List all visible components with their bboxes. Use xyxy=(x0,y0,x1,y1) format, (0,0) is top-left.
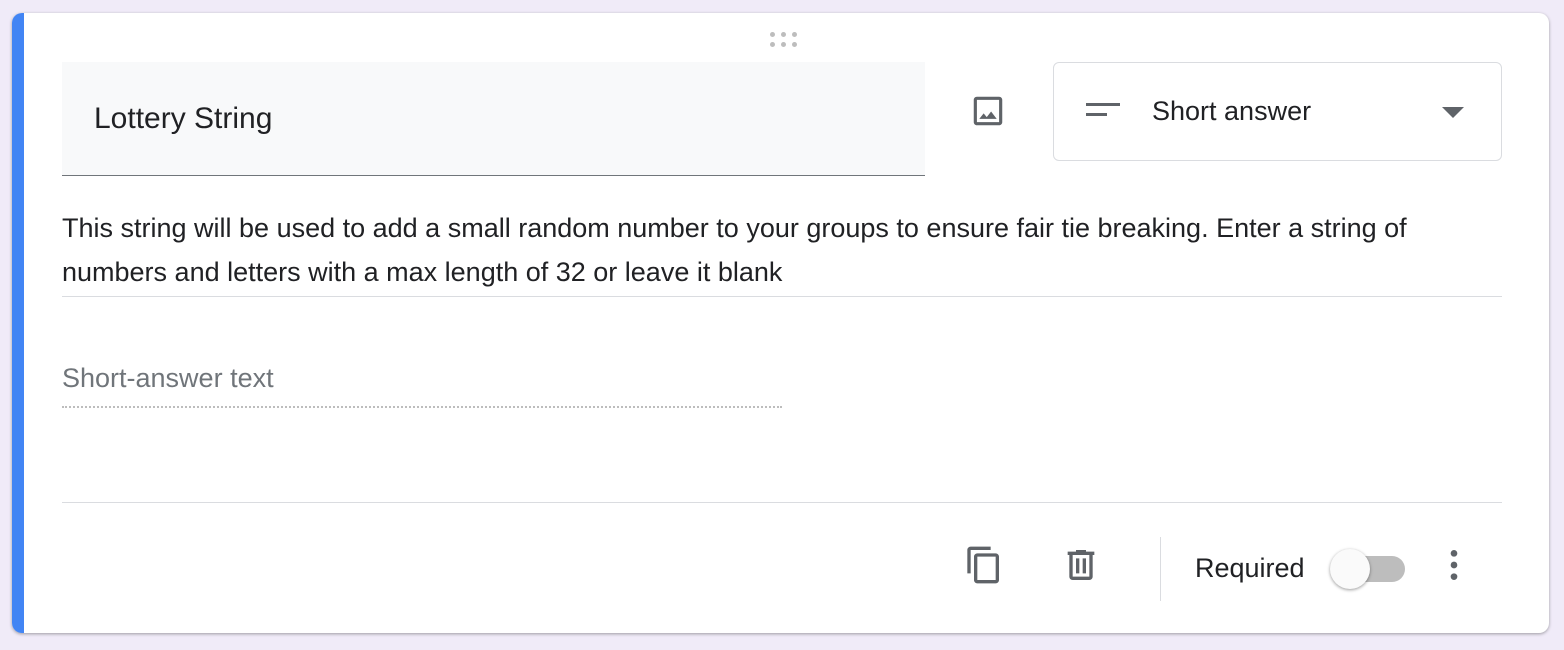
duplicate-button[interactable] xyxy=(954,535,1014,595)
question-card[interactable]: Lottery String Short answer This string … xyxy=(12,13,1549,633)
image-icon xyxy=(973,96,1003,126)
question-description-text: This string will be used to add a small … xyxy=(62,213,1407,287)
question-title-input[interactable]: Lottery String xyxy=(62,62,925,176)
more-vert-icon xyxy=(1450,550,1458,580)
footer-divider xyxy=(62,502,1502,503)
question-title-text: Lottery String xyxy=(94,101,273,135)
question-type-label: Short answer xyxy=(1152,96,1312,126)
required-label: Required xyxy=(1195,553,1305,583)
short-text-icon xyxy=(1086,103,1120,116)
question-type-dropdown[interactable]: Short answer xyxy=(1053,62,1502,161)
add-image-button[interactable] xyxy=(960,83,1016,139)
trash-icon xyxy=(1067,550,1095,580)
short-answer-preview: Short-answer text xyxy=(62,358,782,408)
short-answer-placeholder: Short-answer text xyxy=(62,363,274,393)
question-description-input[interactable]: This string will be used to add a small … xyxy=(62,206,1502,297)
drag-handle-icon[interactable] xyxy=(766,29,800,49)
active-indicator-bar xyxy=(12,13,24,633)
required-toggle[interactable] xyxy=(1330,549,1406,589)
delete-button[interactable] xyxy=(1051,535,1111,595)
more-options-button[interactable] xyxy=(1424,535,1484,595)
copy-icon xyxy=(967,546,999,584)
arrow-drop-down-icon xyxy=(1442,107,1464,118)
footer-separator xyxy=(1160,537,1161,601)
toggle-thumb xyxy=(1330,549,1370,589)
